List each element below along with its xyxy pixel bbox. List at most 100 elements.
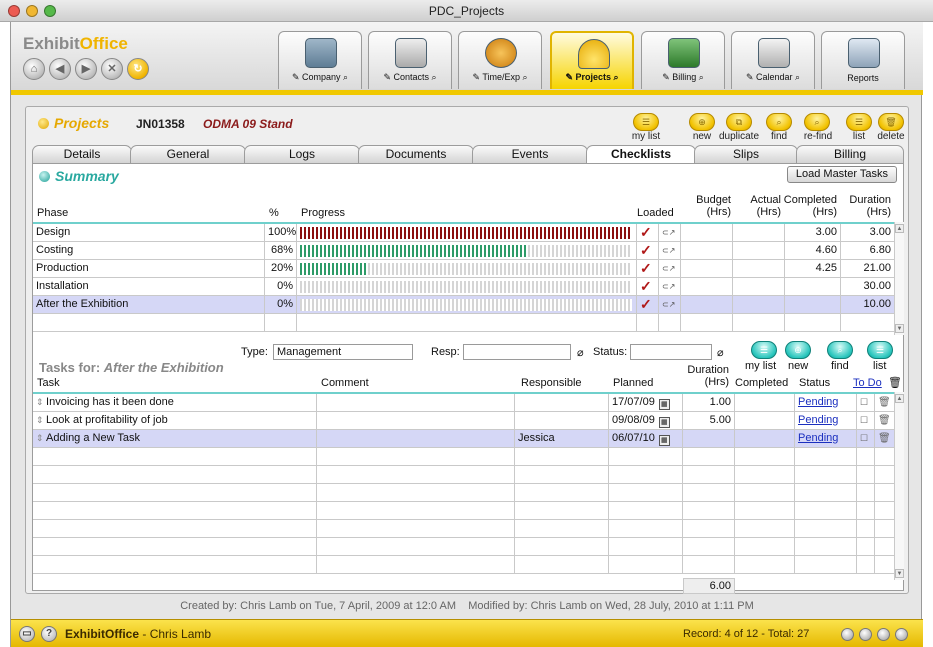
tab-general[interactable]: General (130, 145, 246, 163)
planned-cell[interactable]: 17/07/09 ▦ (609, 394, 683, 412)
tab-billing[interactable]: ✎ Billing ⌕ (641, 31, 725, 89)
task-cell[interactable] (33, 520, 317, 538)
summary-row[interactable]: Costing 68% ✓ ⊂↗ 4.60 6.80 (33, 242, 895, 260)
tab-checklists[interactable]: Checklists (586, 145, 696, 163)
refresh-icon[interactable]: ↻ (127, 58, 149, 80)
tab-calendar[interactable]: ✎ Calendar ⌕ (731, 31, 815, 89)
tab-documents[interactable]: Documents (358, 145, 474, 163)
status-link[interactable]: Pending (798, 432, 838, 444)
status-cell[interactable] (795, 538, 857, 556)
duration-cell[interactable] (683, 484, 735, 502)
planned-cell[interactable] (609, 502, 683, 520)
my-list-label[interactable]: my list (624, 131, 668, 142)
planned-cell[interactable] (609, 448, 683, 466)
status-clip-icon[interactable]: ⌀ (717, 346, 724, 359)
tab-time-exp[interactable]: ✎ Time/Exp ⌕ (458, 31, 542, 89)
todo-checkbox[interactable] (857, 484, 875, 502)
responsible-cell[interactable] (515, 412, 609, 430)
task-list-icon[interactable]: ☰ (867, 341, 893, 359)
back-icon[interactable]: ◀ (49, 58, 71, 80)
todo-checkbox[interactable]: ☐ (857, 412, 875, 430)
trash-cell[interactable] (875, 520, 895, 538)
completed-cell[interactable] (735, 448, 795, 466)
comment-cell[interactable] (317, 448, 515, 466)
status-link[interactable]: Pending (798, 414, 838, 426)
type-field[interactable]: Management (273, 344, 413, 360)
duration-cell[interactable]: 5.00 (683, 412, 735, 430)
task-cell[interactable]: ⇕ Look at profitability of job (33, 412, 317, 430)
task-row[interactable] (33, 502, 895, 520)
completed-cell[interactable] (735, 394, 795, 412)
last-record-icon[interactable] (895, 628, 908, 641)
delete-label[interactable]: delete (874, 131, 908, 142)
trash-icon[interactable]: 🗑 (878, 415, 891, 426)
find-icon[interactable]: ⌕ (766, 113, 792, 131)
scroll-up-icon[interactable]: ▲ (895, 224, 904, 233)
task-find-icon[interactable]: ⌕ (827, 341, 853, 359)
responsible-cell[interactable] (515, 538, 609, 556)
status-cell[interactable] (795, 502, 857, 520)
checkbox-icon[interactable]: ☐ (860, 397, 868, 407)
task-row[interactable] (33, 538, 895, 556)
comment-cell[interactable] (317, 394, 515, 412)
task-cell[interactable] (33, 466, 317, 484)
prev-record-icon[interactable] (859, 628, 872, 641)
refind-icon[interactable]: ⌕ (804, 113, 830, 131)
completed-cell[interactable] (735, 556, 795, 574)
task-find-label[interactable]: find (831, 360, 849, 372)
zoom-window-icon[interactable] (44, 5, 56, 17)
completed-cell[interactable] (735, 502, 795, 520)
help-icon[interactable]: ? (41, 626, 57, 642)
tab-logs[interactable]: Logs (244, 145, 360, 163)
task-row[interactable]: ⇕ Adding a New Task Jessica 06/07/10 ▦ Pendi… (33, 430, 895, 448)
responsible-cell[interactable] (515, 556, 609, 574)
task-row[interactable] (33, 448, 895, 466)
calendar-picker-icon[interactable]: ▦ (658, 417, 670, 428)
responsible-cell[interactable] (515, 484, 609, 502)
tasks-scrollbar[interactable]: ▲ ▼ (894, 392, 904, 580)
tab-reports[interactable]: Reports (821, 31, 905, 89)
list-icon[interactable]: ☰ (846, 113, 872, 131)
task-list-label[interactable]: list (873, 360, 886, 372)
responsible-cell[interactable] (515, 502, 609, 520)
todo-checkbox[interactable] (857, 466, 875, 484)
task-row[interactable] (33, 556, 895, 574)
responsible-cell[interactable] (515, 394, 609, 412)
tab-events[interactable]: Events (472, 145, 588, 163)
completed-cell[interactable] (735, 430, 795, 448)
home-icon[interactable]: ⌂ (23, 58, 45, 80)
task-new-label[interactable]: new (788, 360, 808, 372)
task-cell[interactable] (33, 556, 317, 574)
planned-cell[interactable]: 06/07/10 ▦ (609, 430, 683, 448)
todo-checkbox[interactable] (857, 502, 875, 520)
trash-cell[interactable] (875, 466, 895, 484)
responsible-cell[interactable]: Jessica (515, 430, 609, 448)
load-master-tasks-button[interactable]: Load Master Tasks (786, 166, 897, 183)
comment-cell[interactable] (317, 484, 515, 502)
task-new-icon[interactable]: ⊕ (785, 341, 811, 359)
todo-checkbox[interactable] (857, 448, 875, 466)
summary-row[interactable] (33, 314, 895, 332)
resp-clip-icon[interactable]: ⌀ (577, 346, 584, 359)
todo-checkbox[interactable] (857, 520, 875, 538)
trash-icon[interactable]: 🗑 (878, 397, 891, 408)
planned-cell[interactable] (609, 520, 683, 538)
task-cell[interactable]: ⇕ Invoicing has it been done (33, 394, 317, 412)
planned-cell[interactable]: 09/08/09 ▦ (609, 412, 683, 430)
summary-row[interactable]: Production 20% ✓ ⊂↗ 4.25 21.00 (33, 260, 895, 278)
task-cell[interactable]: ⇕ Adding a New Task (33, 430, 317, 448)
comment-cell[interactable] (317, 466, 515, 484)
calendar-picker-icon[interactable]: ▦ (658, 435, 670, 446)
calendar-picker-icon[interactable]: ▦ (658, 399, 670, 410)
duration-cell[interactable] (683, 448, 735, 466)
task-row[interactable]: ⇕ Invoicing has it been done 17/07/09 ▦ 1.0… (33, 394, 895, 412)
comment-cell[interactable] (317, 502, 515, 520)
status-cell[interactable]: Pending (795, 394, 857, 412)
trash-icon[interactable]: 🗑 (878, 433, 891, 444)
task-cell[interactable] (33, 448, 317, 466)
todo-checkbox[interactable]: ☐ (857, 430, 875, 448)
comment-cell[interactable] (317, 430, 515, 448)
next-record-icon[interactable] (877, 628, 890, 641)
status-cell[interactable] (795, 556, 857, 574)
status-field[interactable] (630, 344, 712, 360)
